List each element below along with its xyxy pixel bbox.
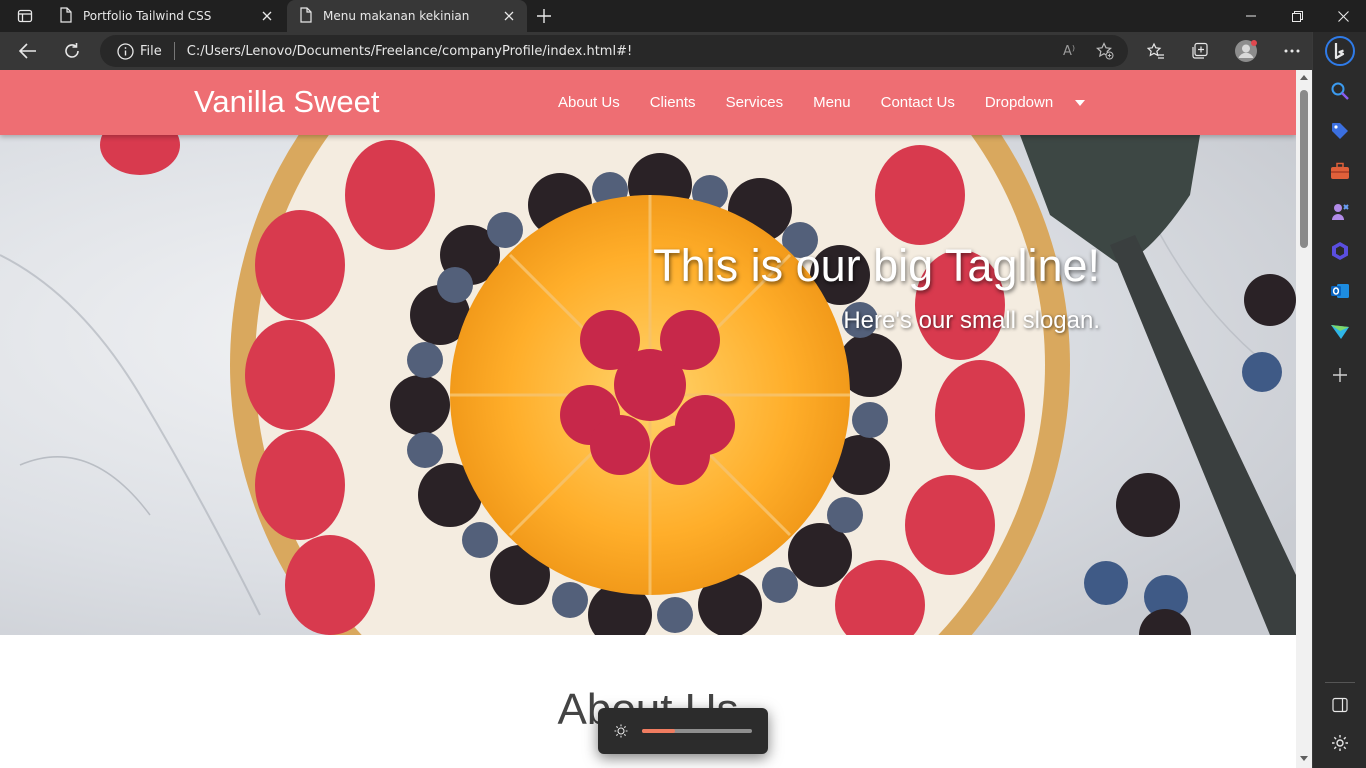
drop-send-icon[interactable] <box>1327 318 1353 344</box>
site-navbar: Vanilla Sweet About Us Clients Services … <box>0 70 1296 135</box>
nav-menu: About Us Clients Services Menu Contact U… <box>543 70 1100 135</box>
bing-copilot-icon[interactable] <box>1325 36 1355 66</box>
edge-sidebar <box>1312 32 1366 768</box>
scroll-up-arrow-icon[interactable] <box>1296 72 1312 84</box>
back-arrow-icon[interactable] <box>12 36 44 66</box>
hero-banner: This is our big Tagline! Here's our smal… <box>0 135 1296 635</box>
url-text[interactable]: C:/Users/Lenovo/Documents/Freelance/comp… <box>187 44 632 59</box>
tools-briefcase-icon[interactable] <box>1327 158 1353 184</box>
favorites-icon[interactable] <box>1140 36 1172 66</box>
scroll-down-arrow-icon[interactable] <box>1296 752 1312 764</box>
nav-link-menu[interactable]: Menu <box>798 94 866 111</box>
close-tab-icon[interactable] <box>255 4 279 28</box>
brightness-slider-fill <box>642 729 675 733</box>
page-viewport: Vanilla Sweet About Us Clients Services … <box>0 70 1296 768</box>
add-favorite-icon[interactable] <box>1092 39 1118 63</box>
tab-portfolio[interactable]: Portfolio Tailwind CSS <box>47 0 285 32</box>
fruit-tart-image <box>0 135 1296 635</box>
close-tab-icon[interactable] <box>497 4 521 28</box>
nav-link-clients[interactable]: Clients <box>635 94 711 111</box>
brand-logo[interactable]: Vanilla Sweet <box>194 84 380 120</box>
tab-strip: Portfolio Tailwind CSS Menu makanan keki… <box>0 0 1366 32</box>
brightness-flyout <box>598 708 768 754</box>
nav-dropdown[interactable]: Dropdown <box>970 94 1100 111</box>
profile-avatar-icon[interactable] <box>1230 36 1262 66</box>
info-icon[interactable] <box>114 40 136 62</box>
page-scrollbar[interactable] <box>1296 70 1312 768</box>
nav-link-services[interactable]: Services <box>711 94 799 111</box>
hero-slogan: Here's our small slogan. <box>843 307 1100 334</box>
browser-toolbar: File C:/Users/Lenovo/Documents/Freelance… <box>0 32 1366 70</box>
tab-actions-icon[interactable] <box>8 4 42 28</box>
add-icon[interactable] <box>1327 362 1353 388</box>
page-icon <box>59 6 73 26</box>
microsoft-365-icon[interactable] <box>1327 238 1353 264</box>
search-icon[interactable] <box>1327 78 1353 104</box>
tab-title: Portfolio Tailwind CSS <box>83 9 212 23</box>
tab-menu-makanan[interactable]: Menu makanan kekinian <box>287 0 527 32</box>
read-aloud-icon[interactable]: A⁾ <box>1056 39 1082 63</box>
scheme-label: File <box>140 43 162 59</box>
refresh-icon[interactable] <box>56 36 88 66</box>
new-tab-button[interactable] <box>532 4 556 28</box>
collections-icon[interactable] <box>1184 36 1216 66</box>
brightness-sun-icon <box>612 722 630 740</box>
games-icon[interactable] <box>1327 198 1353 224</box>
brightness-slider[interactable] <box>642 729 752 733</box>
minimize-icon[interactable] <box>1228 0 1274 32</box>
address-bar[interactable]: File C:/Users/Lenovo/Documents/Freelance… <box>100 35 1128 67</box>
divider <box>1325 682 1355 683</box>
outlook-icon[interactable] <box>1327 278 1353 304</box>
nav-link-about[interactable]: About Us <box>543 94 635 111</box>
shopping-tag-icon[interactable] <box>1327 118 1353 144</box>
caret-down-icon <box>1075 99 1086 106</box>
nav-dropdown-label: Dropdown <box>984 94 1054 111</box>
more-options-icon[interactable] <box>1276 36 1308 66</box>
close-window-icon[interactable] <box>1320 0 1366 32</box>
restore-icon[interactable] <box>1274 0 1320 32</box>
nav-link-contact[interactable]: Contact Us <box>866 94 970 111</box>
settings-gear-icon[interactable] <box>1327 730 1353 756</box>
tab-title: Menu makanan kekinian <box>323 9 470 23</box>
hero-tagline: This is our big Tagline! <box>653 240 1100 291</box>
hide-sidebar-icon[interactable] <box>1327 692 1353 718</box>
page-icon <box>299 6 313 26</box>
scroll-thumb[interactable] <box>1300 90 1308 248</box>
divider <box>173 42 175 60</box>
